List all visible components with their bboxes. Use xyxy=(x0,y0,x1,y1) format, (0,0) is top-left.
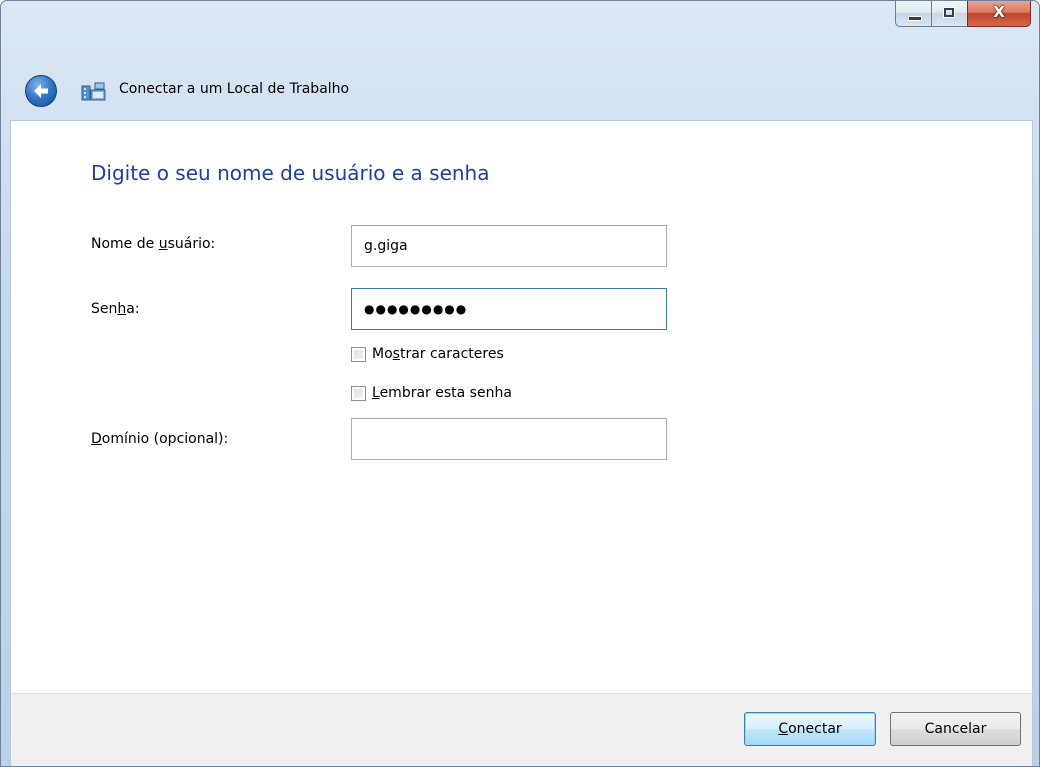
back-button[interactable] xyxy=(25,75,57,107)
dialog-window: X Conectar a um Local de Trabalho Digite… xyxy=(0,0,1040,767)
content-panel: Digite o seu nome de usuário e a senha N… xyxy=(10,120,1033,693)
remember-password-label-accesskey: L xyxy=(372,385,380,401)
username-value: g.giga xyxy=(364,238,408,254)
password-label-accesskey: h xyxy=(117,301,127,317)
show-characters-option[interactable]: Mostrar caracteres xyxy=(351,346,504,362)
navigation-row: Conectar a um Local de Trabalho xyxy=(1,53,1039,119)
domain-input[interactable] xyxy=(351,418,667,460)
connect-button[interactable]: Conectar xyxy=(744,712,876,746)
password-masked-value: ●●●●●●●●● xyxy=(364,302,468,316)
username-label-post: suário: xyxy=(167,236,216,252)
password-label-post: a: xyxy=(126,301,140,317)
connect-button-accesskey: C xyxy=(778,721,789,737)
domain-label: Domínio (opcional): xyxy=(91,431,228,447)
page-heading: Digite o seu nome de usuário e a senha xyxy=(91,161,490,185)
password-input[interactable]: ●●●●●●●●● xyxy=(351,288,667,330)
remember-password-label: Lembrar esta senha xyxy=(372,385,512,401)
minimize-button[interactable] xyxy=(895,1,931,27)
title-bar[interactable]: X xyxy=(1,1,1039,51)
domain-label-post: omínio (opcional): xyxy=(101,431,229,447)
username-label-accesskey: u xyxy=(158,236,168,252)
show-characters-label-post: trar caracteres xyxy=(399,346,504,362)
close-icon: X xyxy=(993,3,1005,21)
window-title: Conectar a um Local de Trabalho xyxy=(119,81,350,97)
connect-button-label: onectar xyxy=(788,721,842,737)
workplace-network-icon xyxy=(81,82,106,101)
show-characters-label: Mostrar caracteres xyxy=(372,346,504,362)
password-label-pre: Sen xyxy=(91,301,118,317)
back-arrow-icon xyxy=(34,84,48,98)
cancel-button[interactable]: Cancelar xyxy=(890,712,1021,746)
password-label: Senha: xyxy=(91,301,140,317)
caption-buttons: X xyxy=(895,1,1031,28)
username-label: Nome de usuário: xyxy=(91,236,215,252)
show-characters-label-pre: Mo xyxy=(372,346,393,362)
maximize-button[interactable] xyxy=(931,1,967,27)
username-input[interactable]: g.giga xyxy=(351,225,667,267)
show-characters-label-accesskey: s xyxy=(392,346,400,362)
close-button[interactable]: X xyxy=(967,1,1031,27)
show-characters-checkbox[interactable] xyxy=(351,346,366,362)
domain-label-accesskey: D xyxy=(91,431,102,447)
button-bar: Conectar Cancelar xyxy=(10,693,1033,766)
maximize-icon xyxy=(943,7,955,18)
username-label-pre: Nome de xyxy=(91,236,159,252)
remember-password-label-post: embrar esta senha xyxy=(379,385,512,401)
remember-password-option[interactable]: Lembrar esta senha xyxy=(351,385,512,401)
cancel-button-label: Cancelar xyxy=(924,721,987,737)
minimize-icon xyxy=(908,16,922,21)
remember-password-checkbox[interactable] xyxy=(351,385,366,401)
